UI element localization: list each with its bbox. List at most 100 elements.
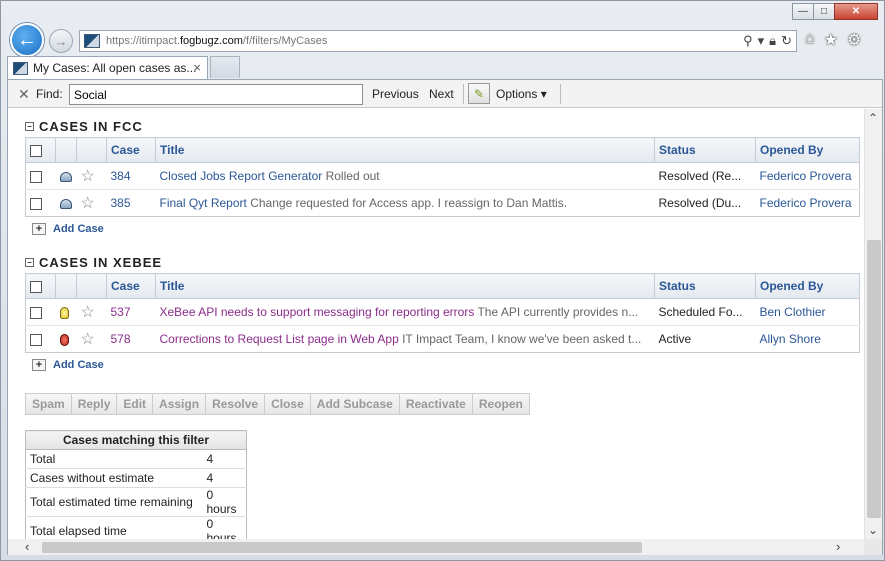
assign-button[interactable]: Assign xyxy=(152,393,207,415)
case-description: Change requested for Access app. I reass… xyxy=(250,196,568,210)
horizontal-scroll-thumb[interactable] xyxy=(42,542,642,553)
row-checkbox[interactable] xyxy=(30,197,42,210)
find-options-button[interactable]: Options ▾ xyxy=(496,87,547,101)
plus-icon: + xyxy=(32,359,46,371)
star-icon[interactable]: ☆ xyxy=(81,195,95,212)
column-case[interactable]: Case xyxy=(106,137,156,163)
case-number-link[interactable]: 537 xyxy=(111,305,131,319)
opened-by-link[interactable]: Federico Provera xyxy=(760,169,852,183)
table-row[interactable]: ☆ 385 Final Qyt Report Change requested … xyxy=(26,190,860,217)
site-favicon-icon xyxy=(84,34,100,48)
case-number-link[interactable]: 578 xyxy=(111,332,131,346)
add-case-button[interactable]: + Add Case xyxy=(32,223,104,235)
column-opened-by[interactable]: Opened By xyxy=(755,273,860,299)
case-title-link[interactable]: Corrections to Request List page in Web … xyxy=(160,332,399,346)
find-input[interactable] xyxy=(69,84,363,105)
table-row[interactable]: ☆ 578 Corrections to Request List page i… xyxy=(26,326,860,353)
table-row[interactable]: ☆ 384 Closed Jobs Report Generator Rolle… xyxy=(25,162,860,190)
star-icon[interactable]: ☆ xyxy=(81,331,95,348)
select-all-checkbox[interactable] xyxy=(30,280,42,293)
row-checkbox[interactable] xyxy=(30,333,42,346)
column-case[interactable]: Case xyxy=(106,273,156,299)
search-icon[interactable]: ⚲ xyxy=(743,33,753,49)
tab-title: My Cases: All open cases as... xyxy=(33,61,197,75)
reply-button[interactable]: Reply xyxy=(70,393,118,415)
lightbulb-icon xyxy=(59,306,69,319)
find-bar: ✕ Find: Previous Next ✎ Options ▾ xyxy=(8,80,882,108)
case-status: Resolved (Du... xyxy=(658,196,742,210)
favorites-star-icon[interactable]: ★ xyxy=(824,30,838,50)
summary-row: Total 4 xyxy=(25,449,247,469)
case-title-link[interactable]: Closed Jobs Report Generator xyxy=(160,169,323,183)
table-row[interactable]: ☆ 537 XeBee API needs to support messagi… xyxy=(25,298,860,326)
collapse-icon[interactable]: − xyxy=(25,122,34,131)
home-icon[interactable]: ⌂ xyxy=(805,30,815,50)
section-title-xebee: − CASES IN XEBEE xyxy=(25,255,162,270)
back-button[interactable]: ← xyxy=(10,23,44,57)
lock-icon[interactable]: 🔒︎ xyxy=(769,33,776,49)
column-title[interactable]: Title xyxy=(155,273,655,299)
address-url: https://itimpact.fogbugz.com/f/filters/M… xyxy=(106,35,328,47)
address-bar[interactable]: https://itimpact.fogbugz.com/f/filters/M… xyxy=(79,30,797,52)
cases-table-xebee: Case Title Status Opened By ☆ 537 XeBee … xyxy=(25,273,860,353)
case-description: IT Impact Team, I know we've been asked … xyxy=(402,332,642,346)
vertical-scrollbar[interactable]: ⌃ ⌄ xyxy=(864,109,882,539)
column-status[interactable]: Status xyxy=(654,273,756,299)
find-previous-button[interactable]: Previous xyxy=(372,87,419,101)
opened-by-link[interactable]: Allyn Shore xyxy=(760,332,821,346)
case-number-link[interactable]: 384 xyxy=(111,169,131,183)
scroll-right-icon[interactable]: › xyxy=(836,539,840,554)
forward-button[interactable]: → xyxy=(49,29,73,53)
opened-by-link[interactable]: Federico Provera xyxy=(760,196,852,210)
filter-summary-table: Cases matching this filter Total 4 Cases… xyxy=(25,430,247,539)
summary-row: Cases without estimate 4 xyxy=(25,468,247,488)
maximize-button[interactable]: □ xyxy=(813,3,835,20)
summary-row: Total estimated time remaining 0 hours xyxy=(25,487,247,517)
edit-button[interactable]: Edit xyxy=(116,393,154,415)
row-checkbox[interactable] xyxy=(30,170,42,183)
window-caption-buttons: — □ ✕ xyxy=(792,3,878,20)
horizontal-scrollbar[interactable]: ‹ › xyxy=(8,539,864,555)
summary-title: Cases matching this filter xyxy=(25,430,247,450)
scroll-up-icon[interactable]: ⌃ xyxy=(868,111,878,125)
case-number-link[interactable]: 385 xyxy=(111,196,131,210)
gear-icon[interactable]: ⚙ xyxy=(847,30,861,50)
add-subcase-button[interactable]: Add Subcase xyxy=(309,393,400,415)
column-status[interactable]: Status xyxy=(654,137,756,163)
dome-icon xyxy=(59,171,72,182)
add-case-button[interactable]: + Add Case xyxy=(32,359,104,371)
pencil-icon[interactable]: ✎ xyxy=(468,83,490,104)
plus-icon: + xyxy=(32,223,46,235)
reactivate-button[interactable]: Reactivate xyxy=(398,393,473,415)
collapse-icon[interactable]: − xyxy=(25,258,34,267)
scroll-left-icon[interactable]: ‹ xyxy=(25,539,29,554)
resolve-button[interactable]: Resolve xyxy=(205,393,266,415)
bug-icon xyxy=(59,333,69,346)
tab-my-cases[interactable]: My Cases: All open cases as... × xyxy=(7,56,208,79)
minimize-button[interactable]: — xyxy=(792,3,814,20)
opened-by-link[interactable]: Ben Clothier xyxy=(760,305,826,319)
spam-button[interactable]: Spam xyxy=(25,393,72,415)
page-viewport: ✕ Find: Previous Next ✎ Options ▾ − CASE… xyxy=(7,79,883,555)
star-icon[interactable]: ☆ xyxy=(81,168,95,185)
dropdown-icon[interactable]: ▾ xyxy=(758,33,765,49)
case-title-link[interactable]: XeBee API needs to support messaging for… xyxy=(160,305,475,319)
scroll-down-icon[interactable]: ⌄ xyxy=(868,523,878,537)
scrollbar-corner xyxy=(864,539,882,555)
select-all-checkbox[interactable] xyxy=(30,144,42,157)
close-button[interactable]: Close xyxy=(264,393,311,415)
new-tab-button[interactable] xyxy=(210,56,240,78)
column-title[interactable]: Title xyxy=(155,137,655,163)
column-opened-by[interactable]: Opened By xyxy=(755,137,860,163)
case-title-link[interactable]: Final Qyt Report xyxy=(160,196,247,210)
star-icon[interactable]: ☆ xyxy=(81,304,95,321)
close-tab-icon[interactable]: × xyxy=(193,60,201,75)
find-label: Find: xyxy=(36,87,63,101)
find-next-button[interactable]: Next xyxy=(429,87,454,101)
row-checkbox[interactable] xyxy=(30,306,42,319)
close-find-icon[interactable]: ✕ xyxy=(18,86,30,103)
vertical-scroll-thumb[interactable] xyxy=(867,240,881,518)
refresh-icon[interactable]: ↻ xyxy=(781,33,792,49)
reopen-button[interactable]: Reopen xyxy=(471,393,530,415)
close-window-button[interactable]: ✕ xyxy=(834,3,878,20)
